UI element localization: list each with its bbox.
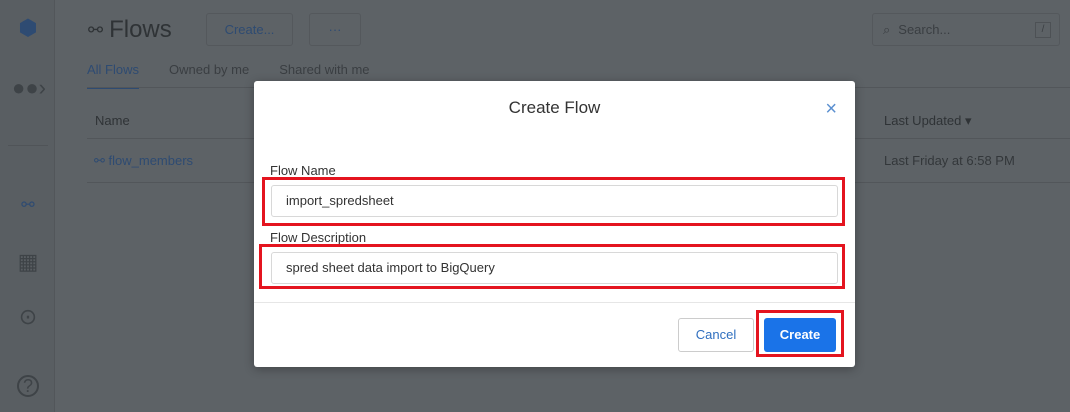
sidebar-divider — [8, 145, 48, 146]
jobs-icon[interactable]: ⊙ — [14, 303, 42, 331]
flow-name-input[interactable]: import_spredsheet — [271, 185, 838, 217]
search-icon: ⌕ — [883, 21, 891, 37]
column-header-name[interactable]: Name — [95, 113, 130, 128]
page-title: ⚯ Flows — [88, 16, 172, 44]
page-title-text: Flows — [109, 16, 172, 43]
tab-all-flows[interactable]: All Flows — [87, 62, 140, 89]
flow-description-input[interactable]: spred sheet data import to BigQuery — [271, 252, 838, 284]
table-row[interactable]: ⚯ flow_members — [94, 153, 193, 169]
flows-icon[interactable]: ⚯ — [14, 192, 42, 220]
search-input[interactable]: ⌕ Search... / — [872, 13, 1060, 46]
search-placeholder: Search... — [898, 22, 951, 37]
create-menu-button[interactable]: Create... — [206, 13, 293, 46]
projects-switcher-icon[interactable]: ●●› — [10, 74, 48, 102]
flow-icon: ⚯ — [94, 153, 109, 168]
tab-owned-by-me[interactable]: Owned by me — [169, 62, 249, 89]
flow-name-link[interactable]: flow_members — [109, 153, 194, 168]
dialog-title: Create Flow — [508, 98, 601, 117]
flow-icon: ⚯ — [88, 19, 104, 40]
last-updated-cell: Last Friday at 6:58 PM — [884, 153, 1015, 168]
sidebar: ⬢ ●●› ⚯ ▦ ⊙ ? — [0, 0, 55, 412]
cancel-button[interactable]: Cancel — [678, 318, 754, 352]
flow-name-label: Flow Name — [270, 163, 336, 178]
logo-icon[interactable]: ⬢ — [14, 14, 42, 42]
close-icon[interactable]: × — [825, 98, 837, 121]
column-header-last-updated[interactable]: Last Updated ▾ — [884, 113, 971, 129]
create-flow-dialog: Create Flow × Flow Name import_spredshee… — [254, 81, 855, 367]
create-button[interactable]: Create — [764, 318, 836, 352]
grid-icon[interactable]: ▦ — [14, 248, 42, 276]
footer-divider — [254, 302, 855, 303]
help-icon[interactable]: ? — [17, 375, 39, 397]
flow-description-label: Flow Description — [270, 230, 367, 245]
shortcut-key: / — [1035, 22, 1051, 38]
more-button[interactable]: ··· — [309, 13, 361, 46]
